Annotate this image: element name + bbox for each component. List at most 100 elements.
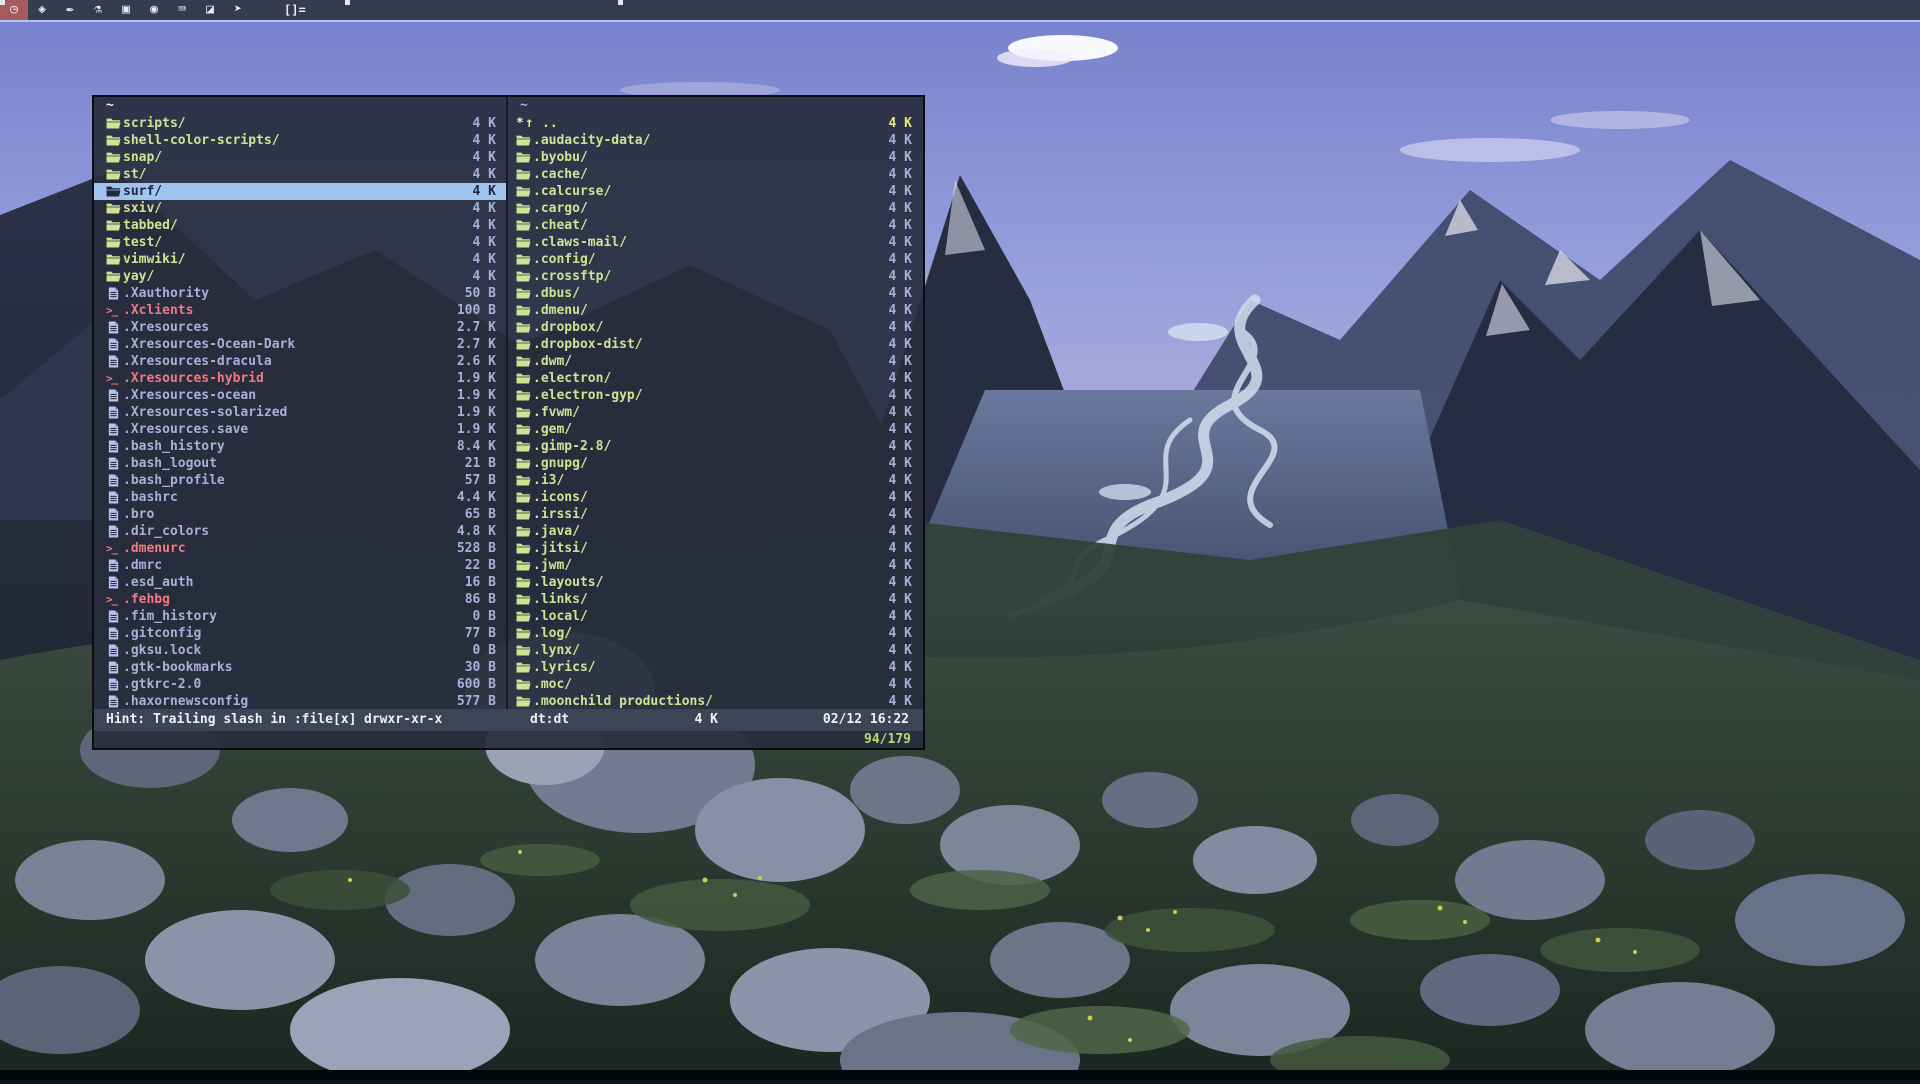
file-row[interactable]: st/4 K — [94, 166, 506, 183]
file-row[interactable]: .jitsi/4 K — [508, 540, 923, 557]
file-row[interactable]: .electron/4 K — [508, 370, 923, 387]
file-row[interactable]: .moc/4 K — [508, 676, 923, 693]
folder-icon[interactable]: ◪ — [196, 0, 224, 20]
file-row[interactable]: .moonchild productions/4 K — [508, 693, 923, 709]
file-size: 4 K — [473, 183, 496, 200]
file-name: .gtkrc-2.0 — [123, 676, 201, 693]
file-row[interactable]: .jwm/4 K — [508, 557, 923, 574]
file-row[interactable]: .lynx/4 K — [508, 642, 923, 659]
file-row[interactable]: .fim_history0 B — [94, 608, 506, 625]
command-line[interactable]: 94/179 — [94, 731, 923, 748]
terminal-prompt-icon: >_ — [106, 591, 121, 608]
folder-icon — [516, 508, 531, 521]
file-row[interactable]: .audacity-data/4 K — [508, 132, 923, 149]
file-row[interactable]: >_.fehbg86 B — [94, 591, 506, 608]
file-row[interactable]: .calcurse/4 K — [508, 183, 923, 200]
file-row[interactable]: .gksu.lock0 B — [94, 642, 506, 659]
file-row[interactable]: .layouts/4 K — [508, 574, 923, 591]
flask-icon[interactable]: ⚗ — [84, 0, 112, 20]
file-row[interactable]: surf/4 K — [94, 183, 506, 200]
file-row[interactable]: .irssi/4 K — [508, 506, 923, 523]
file-row[interactable]: .dwm/4 K — [508, 353, 923, 370]
file-row[interactable]: .esd_auth16 B — [94, 574, 506, 591]
file-row[interactable]: .Xresources-Ocean-Dark2.7 K — [94, 336, 506, 353]
document-icon — [106, 338, 121, 351]
file-row[interactable]: .byobu/4 K — [508, 149, 923, 166]
file-row[interactable]: .Xresources.save1.9 K — [94, 421, 506, 438]
file-row[interactable]: vimwiki/4 K — [94, 251, 506, 268]
file-row[interactable]: shell-color-scripts/4 K — [94, 132, 506, 149]
folder-icon — [516, 474, 531, 487]
file-row[interactable]: .bashrc4.4 K — [94, 489, 506, 506]
document-icon — [106, 406, 121, 419]
file-row[interactable]: test/4 K — [94, 234, 506, 251]
file-row[interactable]: .bash_logout21 B — [94, 455, 506, 472]
file-row[interactable]: >_.Xclients100 B — [94, 302, 506, 319]
image-icon[interactable]: ▣ — [112, 0, 140, 20]
file-row[interactable]: .log/4 K — [508, 625, 923, 642]
file-row[interactable]: >_.dmenurc528 B — [94, 540, 506, 557]
file-row[interactable]: .gnupg/4 K — [508, 455, 923, 472]
folder-icon — [516, 525, 531, 538]
file-row[interactable]: .bro65 B — [94, 506, 506, 523]
camera-icon[interactable]: ◉ — [140, 0, 168, 20]
file-row[interactable]: .cheat/4 K — [508, 217, 923, 234]
file-row[interactable]: .i3/4 K — [508, 472, 923, 489]
file-row[interactable]: .gitconfig77 B — [94, 625, 506, 642]
folder-icon — [516, 304, 531, 317]
file-size: 4 K — [889, 540, 912, 557]
file-size: 4 K — [889, 302, 912, 319]
file-row[interactable]: .gem/4 K — [508, 421, 923, 438]
file-row[interactable]: *↑..4 K — [508, 115, 923, 132]
file-row[interactable]: .haxornewsconfig577 B — [94, 693, 506, 709]
file-row[interactable]: .dbus/4 K — [508, 285, 923, 302]
laptop-icon[interactable]: ⌨ — [168, 0, 196, 20]
file-row[interactable]: .icons/4 K — [508, 489, 923, 506]
file-row[interactable]: .Xauthority50 B — [94, 285, 506, 302]
file-row[interactable]: .config/4 K — [508, 251, 923, 268]
file-row[interactable]: .dropbox-dist/4 K — [508, 336, 923, 353]
file-row[interactable]: .dmenu/4 K — [508, 302, 923, 319]
file-row[interactable]: .claws-mail/4 K — [508, 234, 923, 251]
file-row[interactable]: tabbed/4 K — [94, 217, 506, 234]
file-row[interactable]: sxiv/4 K — [94, 200, 506, 217]
file-name: .fim_history — [123, 608, 217, 625]
file-row[interactable]: scripts/4 K — [94, 115, 506, 132]
file-row[interactable]: .crossftp/4 K — [508, 268, 923, 285]
file-row[interactable]: >_.Xresources-hybrid1.9 K — [94, 370, 506, 387]
file-row[interactable]: .lyrics/4 K — [508, 659, 923, 676]
document-icon — [106, 389, 121, 402]
file-size: 0 B — [473, 642, 496, 659]
send-icon[interactable]: ➤ — [224, 0, 252, 20]
file-row[interactable]: .dmrc22 B — [94, 557, 506, 574]
file-row[interactable]: .Xresources-dracula2.6 K — [94, 353, 506, 370]
file-row[interactable]: .dir_colors4.8 K — [94, 523, 506, 540]
file-size: 4 K — [889, 166, 912, 183]
file-size: 4 K — [889, 625, 912, 642]
file-row[interactable]: .gimp-2.8/4 K — [508, 438, 923, 455]
file-name: .Xresources-ocean — [123, 387, 256, 404]
file-row[interactable]: .Xresources2.7 K — [94, 319, 506, 336]
file-row[interactable]: .electron-gyp/4 K — [508, 387, 923, 404]
file-size: 100 B — [457, 302, 496, 319]
file-row[interactable]: .cache/4 K — [508, 166, 923, 183]
file-row[interactable]: .cargo/4 K — [508, 200, 923, 217]
package-icon[interactable]: ◈ — [28, 0, 56, 20]
file-row[interactable]: .gtk-bookmarks30 B — [94, 659, 506, 676]
file-row[interactable]: .gtkrc-2.0600 B — [94, 676, 506, 693]
file-row[interactable]: .Xresources-ocean1.9 K — [94, 387, 506, 404]
file-row[interactable]: .local/4 K — [508, 608, 923, 625]
file-size: 1.9 K — [457, 404, 496, 421]
file-row[interactable]: .Xresources-solarized1.9 K — [94, 404, 506, 421]
folder-icon — [516, 627, 531, 640]
file-row[interactable]: snap/4 K — [94, 149, 506, 166]
file-row[interactable]: .bash_history8.4 K — [94, 438, 506, 455]
file-row[interactable]: yay/4 K — [94, 268, 506, 285]
file-row[interactable]: .links/4 K — [508, 591, 923, 608]
file-row[interactable]: .dropbox/4 K — [508, 319, 923, 336]
dropper-icon[interactable]: ✒ — [56, 0, 84, 20]
file-row[interactable]: .java/4 K — [508, 523, 923, 540]
right-pane: ~ *↑..4 K.audacity-data/4 K.byobu/4 K.ca… — [508, 97, 923, 709]
file-row[interactable]: .fvwm/4 K — [508, 404, 923, 421]
file-row[interactable]: .bash_profile57 B — [94, 472, 506, 489]
